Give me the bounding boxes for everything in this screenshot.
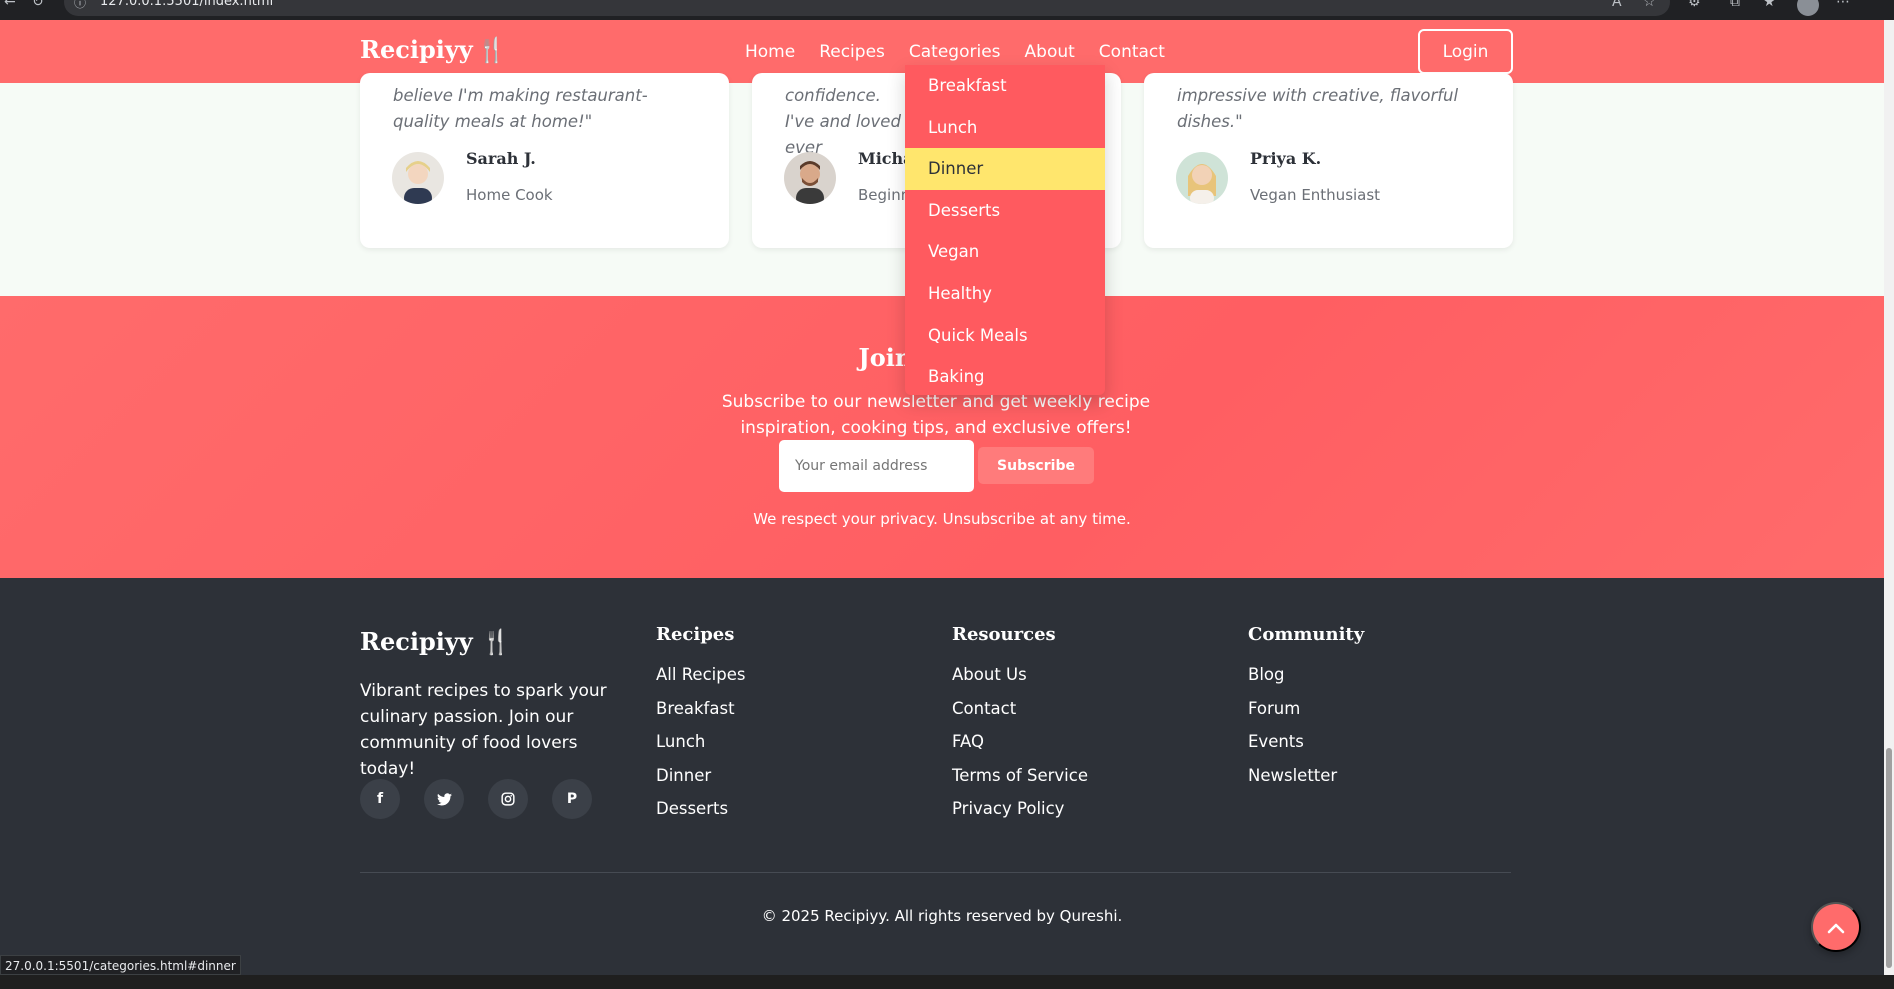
footer-link[interactable]: Newsletter <box>1248 766 1364 800</box>
footer-brand-name: Recipiyy <box>360 627 473 656</box>
utensils-icon: 🍴 <box>476 35 507 64</box>
copyright-text: © 2025 Recipiyy. All rights reserved by … <box>761 907 1123 925</box>
dropdown-item-healthy[interactable]: Healthy <box>905 273 1105 315</box>
footer-link[interactable]: About Us <box>952 665 1088 699</box>
testimonial-role: Beginn <box>858 186 911 204</box>
privacy-note: We respect your privacy. Unsubscribe at … <box>753 510 1131 528</box>
dropdown-item-lunch[interactable]: Lunch <box>905 107 1105 149</box>
footer-description: Vibrant recipes to spark your culinary p… <box>360 681 607 779</box>
footer-link[interactable]: Terms of Service <box>952 766 1088 800</box>
footer-link[interactable]: Contact <box>952 699 1088 733</box>
nav-recipes[interactable]: Recipes <box>819 42 885 62</box>
footer-col-title: Recipes <box>656 624 735 645</box>
more-menu-icon[interactable]: ⋯ <box>1836 0 1850 10</box>
categories-dropdown: Breakfast Lunch Dinner Desserts Vegan He… <box>905 65 1105 395</box>
utensils-icon: 🍴 <box>472 627 511 656</box>
avatar <box>392 152 444 204</box>
testimonial-quote: believe I'm making restaurant-quality me… <box>393 86 648 131</box>
os-taskbar <box>0 975 1894 989</box>
testimonial-name: Sarah J. <box>466 149 536 168</box>
footer-divider <box>360 872 1511 873</box>
pinterest-icon[interactable]: P <box>552 779 592 819</box>
footer-col-resources: Resources About Us Contact FAQ Terms of … <box>952 624 1088 833</box>
footer-brand[interactable]: Recipiyy 🍴 <box>360 627 511 656</box>
scrollbar-thumb[interactable] <box>1886 748 1892 968</box>
login-button[interactable]: Login <box>1418 29 1513 74</box>
collections-icon[interactable]: ⧉ <box>1730 0 1740 10</box>
main-nav: Home Recipes Categories About Contact <box>745 42 1165 62</box>
chevron-up-icon <box>1827 914 1845 940</box>
testimonial-quote: impressive with creative, flavorful dish… <box>1177 86 1459 131</box>
testimonial-card: impressive with creative, flavorful dish… <box>1144 73 1513 248</box>
dropdown-item-dinner[interactable]: Dinner <box>905 148 1105 190</box>
footer-link[interactable]: Lunch <box>656 732 745 766</box>
reload-icon[interactable]: ↻ <box>32 0 44 10</box>
footer-col-title: Community <box>1248 624 1365 645</box>
favorites-icon[interactable]: ★ <box>1763 0 1776 10</box>
dropdown-item-baking[interactable]: Baking <box>905 356 1105 398</box>
dropdown-item-breakfast[interactable]: Breakfast <box>905 65 1105 107</box>
address-bar[interactable] <box>64 0 1670 16</box>
footer-link[interactable]: FAQ <box>952 732 1088 766</box>
testimonial-role: Vegan Enthusiast <box>1250 186 1381 204</box>
footer-col-recipes: Recipes All Recipes Breakfast Lunch Dinn… <box>656 624 745 833</box>
avatar <box>784 152 836 204</box>
page-scrollbar[interactable] <box>1884 20 1894 975</box>
avatar <box>1176 152 1228 204</box>
dropdown-item-desserts[interactable]: Desserts <box>905 190 1105 232</box>
nav-categories[interactable]: Categories <box>909 42 1001 62</box>
extensions-icon[interactable]: ⚙ <box>1688 0 1701 10</box>
footer-link[interactable]: Forum <box>1248 699 1364 733</box>
footer-link[interactable]: Blog <box>1248 665 1364 699</box>
browser-toolbar: ← ↻ ⓘ 127.0.0.1:5501/index.html A ☆ ⚙ ⧉ … <box>0 0 1894 20</box>
testimonial-card: believe I'm making restaurant-quality me… <box>360 73 729 248</box>
address-url[interactable]: 127.0.0.1:5501/index.html <box>100 0 273 9</box>
dropdown-item-quick-meals[interactable]: Quick Meals <box>905 315 1105 357</box>
twitter-icon[interactable] <box>424 779 464 819</box>
brand-logo[interactable]: Recipiyy 🍴 <box>360 35 507 64</box>
footer-col-title: Resources <box>952 624 1056 645</box>
footer-link[interactable]: Desserts <box>656 799 745 833</box>
brand-name: Recipiyy <box>360 35 473 64</box>
email-field[interactable] <box>779 440 974 492</box>
footer-link[interactable]: Events <box>1248 732 1364 766</box>
social-links: f P <box>360 779 592 819</box>
footer-link[interactable]: Privacy Policy <box>952 799 1088 833</box>
footer-link[interactable]: Breakfast <box>656 699 745 733</box>
subscribe-button[interactable]: Subscribe <box>978 447 1094 484</box>
site-footer: Recipiyy 🍴 Vibrant recipes to spark your… <box>0 578 1884 978</box>
footer-link[interactable]: Dinner <box>656 766 745 800</box>
favorite-star-icon[interactable]: ☆ <box>1643 0 1656 10</box>
testimonial-role: Home Cook <box>466 186 553 204</box>
profile-avatar[interactable] <box>1797 0 1819 16</box>
nav-about[interactable]: About <box>1025 42 1075 62</box>
site-info-icon[interactable]: ⓘ <box>74 0 86 11</box>
instagram-icon[interactable] <box>488 779 528 819</box>
back-icon[interactable]: ← <box>4 0 16 10</box>
dropdown-item-vegan[interactable]: Vegan <box>905 231 1105 273</box>
footer-link[interactable]: All Recipes <box>656 665 745 699</box>
nav-contact[interactable]: Contact <box>1099 42 1165 62</box>
nav-home[interactable]: Home <box>745 42 795 62</box>
scroll-to-top-button[interactable] <box>1811 902 1861 952</box>
link-preview-status: 27.0.0.1:5501/categories.html#dinner <box>0 955 241 975</box>
read-aloud-icon[interactable]: A <box>1612 0 1622 10</box>
footer-col-community: Community Blog Forum Events Newsletter <box>1248 624 1364 799</box>
facebook-icon[interactable]: f <box>360 779 400 819</box>
testimonial-name: Priya K. <box>1250 149 1322 168</box>
